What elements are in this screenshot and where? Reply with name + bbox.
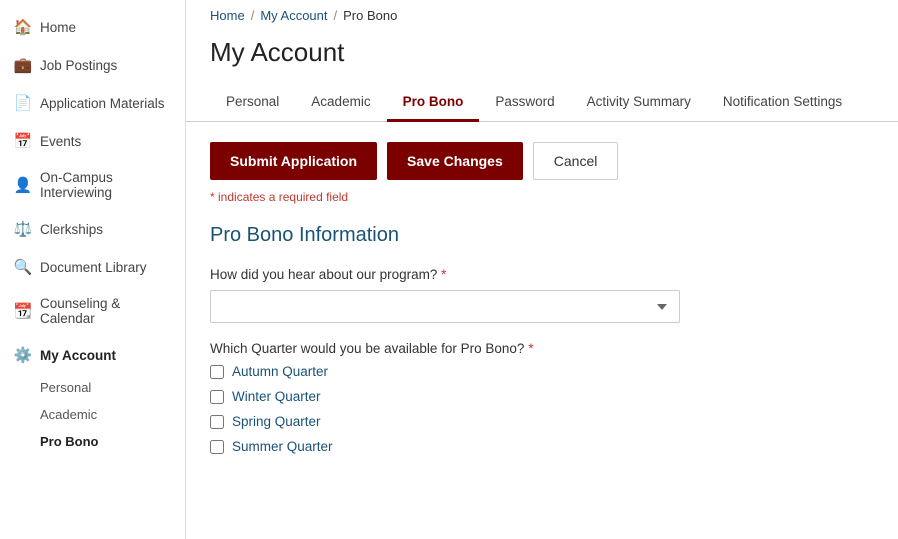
tab-bar: Personal Academic Pro Bono Password Acti… <box>186 84 898 122</box>
job-postings-icon: 💼 <box>14 56 32 74</box>
sidebar-item-job-postings[interactable]: 💼 Job Postings <box>0 46 185 84</box>
breadcrumb: Home / My Account / Pro Bono <box>186 0 898 31</box>
quarter-checkbox-group: Autumn Quarter Winter Quarter Spring Qua… <box>210 364 874 454</box>
tab-pro-bono[interactable]: Pro Bono <box>387 84 480 122</box>
sidebar-sub-pro-bono-label: Pro Bono <box>40 434 99 449</box>
home-icon: 🏠 <box>14 18 32 36</box>
spring-quarter-label: Spring Quarter <box>232 414 321 429</box>
hear-required-star: * <box>441 267 446 282</box>
spring-quarter-item[interactable]: Spring Quarter <box>210 414 874 429</box>
sidebar-item-clerkships-label: Clerkships <box>40 222 103 237</box>
sidebar-item-application-materials[interactable]: 📄 Application Materials <box>0 84 185 122</box>
breadcrumb-current: Pro Bono <box>343 8 397 23</box>
tab-academic[interactable]: Academic <box>295 84 386 122</box>
my-account-icon: ⚙️ <box>14 346 32 364</box>
page-title: My Account <box>186 31 898 84</box>
section-title: Pro Bono Information <box>210 224 874 247</box>
autumn-quarter-item[interactable]: Autumn Quarter <box>210 364 874 379</box>
sidebar-item-events-label: Events <box>40 134 81 149</box>
cancel-button[interactable]: Cancel <box>533 142 619 180</box>
sidebar-item-document-library[interactable]: 🔍 Document Library <box>0 248 185 286</box>
content-area: Submit Application Save Changes Cancel *… <box>186 122 898 492</box>
document-library-icon: 🔍 <box>14 258 32 276</box>
summer-quarter-label: Summer Quarter <box>232 439 333 454</box>
hear-label: How did you hear about our program? * <box>210 267 874 282</box>
sidebar-sub-personal-label: Personal <box>40 380 91 395</box>
summer-quarter-item[interactable]: Summer Quarter <box>210 439 874 454</box>
sidebar-item-document-library-label: Document Library <box>40 260 147 275</box>
required-note: * indicates a required field <box>210 190 874 204</box>
submit-application-button[interactable]: Submit Application <box>210 142 377 180</box>
counseling-icon: 📆 <box>14 302 32 320</box>
sidebar-item-on-campus-interviewing[interactable]: 👤 On-Campus Interviewing <box>0 160 185 210</box>
events-icon: 📅 <box>14 132 32 150</box>
autumn-quarter-label: Autumn Quarter <box>232 364 328 379</box>
clerkships-icon: ⚖️ <box>14 220 32 238</box>
tab-notification-settings[interactable]: Notification Settings <box>707 84 858 122</box>
quarter-label: Which Quarter would you be available for… <box>210 341 874 356</box>
required-note-text: indicates a required field <box>218 190 348 204</box>
sidebar-item-on-campus-label: On-Campus Interviewing <box>40 170 171 200</box>
breadcrumb-sep-2: / <box>334 8 338 23</box>
spring-quarter-checkbox[interactable] <box>210 415 224 429</box>
action-buttons: Submit Application Save Changes Cancel <box>210 142 874 180</box>
quarter-required-star: * <box>528 341 533 356</box>
summer-quarter-checkbox[interactable] <box>210 440 224 454</box>
sidebar-sub-personal[interactable]: Personal <box>0 374 185 401</box>
pro-bono-section: Pro Bono Information How did you hear ab… <box>210 224 874 454</box>
hear-form-group: How did you hear about our program? * <box>210 267 874 323</box>
tab-activity-summary[interactable]: Activity Summary <box>571 84 707 122</box>
save-changes-button[interactable]: Save Changes <box>387 142 523 180</box>
sidebar-item-clerkships[interactable]: ⚖️ Clerkships <box>0 210 185 248</box>
sidebar: 🏠 Home 💼 Job Postings 📄 Application Mate… <box>0 0 186 539</box>
winter-quarter-label: Winter Quarter <box>232 389 321 404</box>
breadcrumb-sep-1: / <box>251 8 255 23</box>
application-materials-icon: 📄 <box>14 94 32 112</box>
main-content: Home / My Account / Pro Bono My Account … <box>186 0 898 539</box>
required-star: * <box>210 190 215 204</box>
sidebar-sub-academic-label: Academic <box>40 407 97 422</box>
hear-select[interactable] <box>210 290 680 323</box>
on-campus-icon: 👤 <box>14 176 32 194</box>
sidebar-item-counseling-calendar[interactable]: 📆 Counseling & Calendar <box>0 286 185 336</box>
breadcrumb-my-account[interactable]: My Account <box>260 8 327 23</box>
sidebar-item-application-materials-label: Application Materials <box>40 96 165 111</box>
breadcrumb-home[interactable]: Home <box>210 8 245 23</box>
sidebar-item-home-label: Home <box>40 20 76 35</box>
sidebar-item-job-postings-label: Job Postings <box>40 58 117 73</box>
sidebar-item-counseling-label: Counseling & Calendar <box>40 296 171 326</box>
sidebar-item-events[interactable]: 📅 Events <box>0 122 185 160</box>
sidebar-item-my-account-label: My Account <box>40 348 116 363</box>
sidebar-item-my-account[interactable]: ⚙️ My Account <box>0 336 185 374</box>
quarter-form-group: Which Quarter would you be available for… <box>210 341 874 454</box>
autumn-quarter-checkbox[interactable] <box>210 365 224 379</box>
sidebar-item-home[interactable]: 🏠 Home <box>0 8 185 46</box>
sidebar-sub-academic[interactable]: Academic <box>0 401 185 428</box>
winter-quarter-item[interactable]: Winter Quarter <box>210 389 874 404</box>
winter-quarter-checkbox[interactable] <box>210 390 224 404</box>
tab-password[interactable]: Password <box>479 84 570 122</box>
tab-personal[interactable]: Personal <box>210 84 295 122</box>
sidebar-sub-pro-bono[interactable]: Pro Bono <box>0 428 185 455</box>
